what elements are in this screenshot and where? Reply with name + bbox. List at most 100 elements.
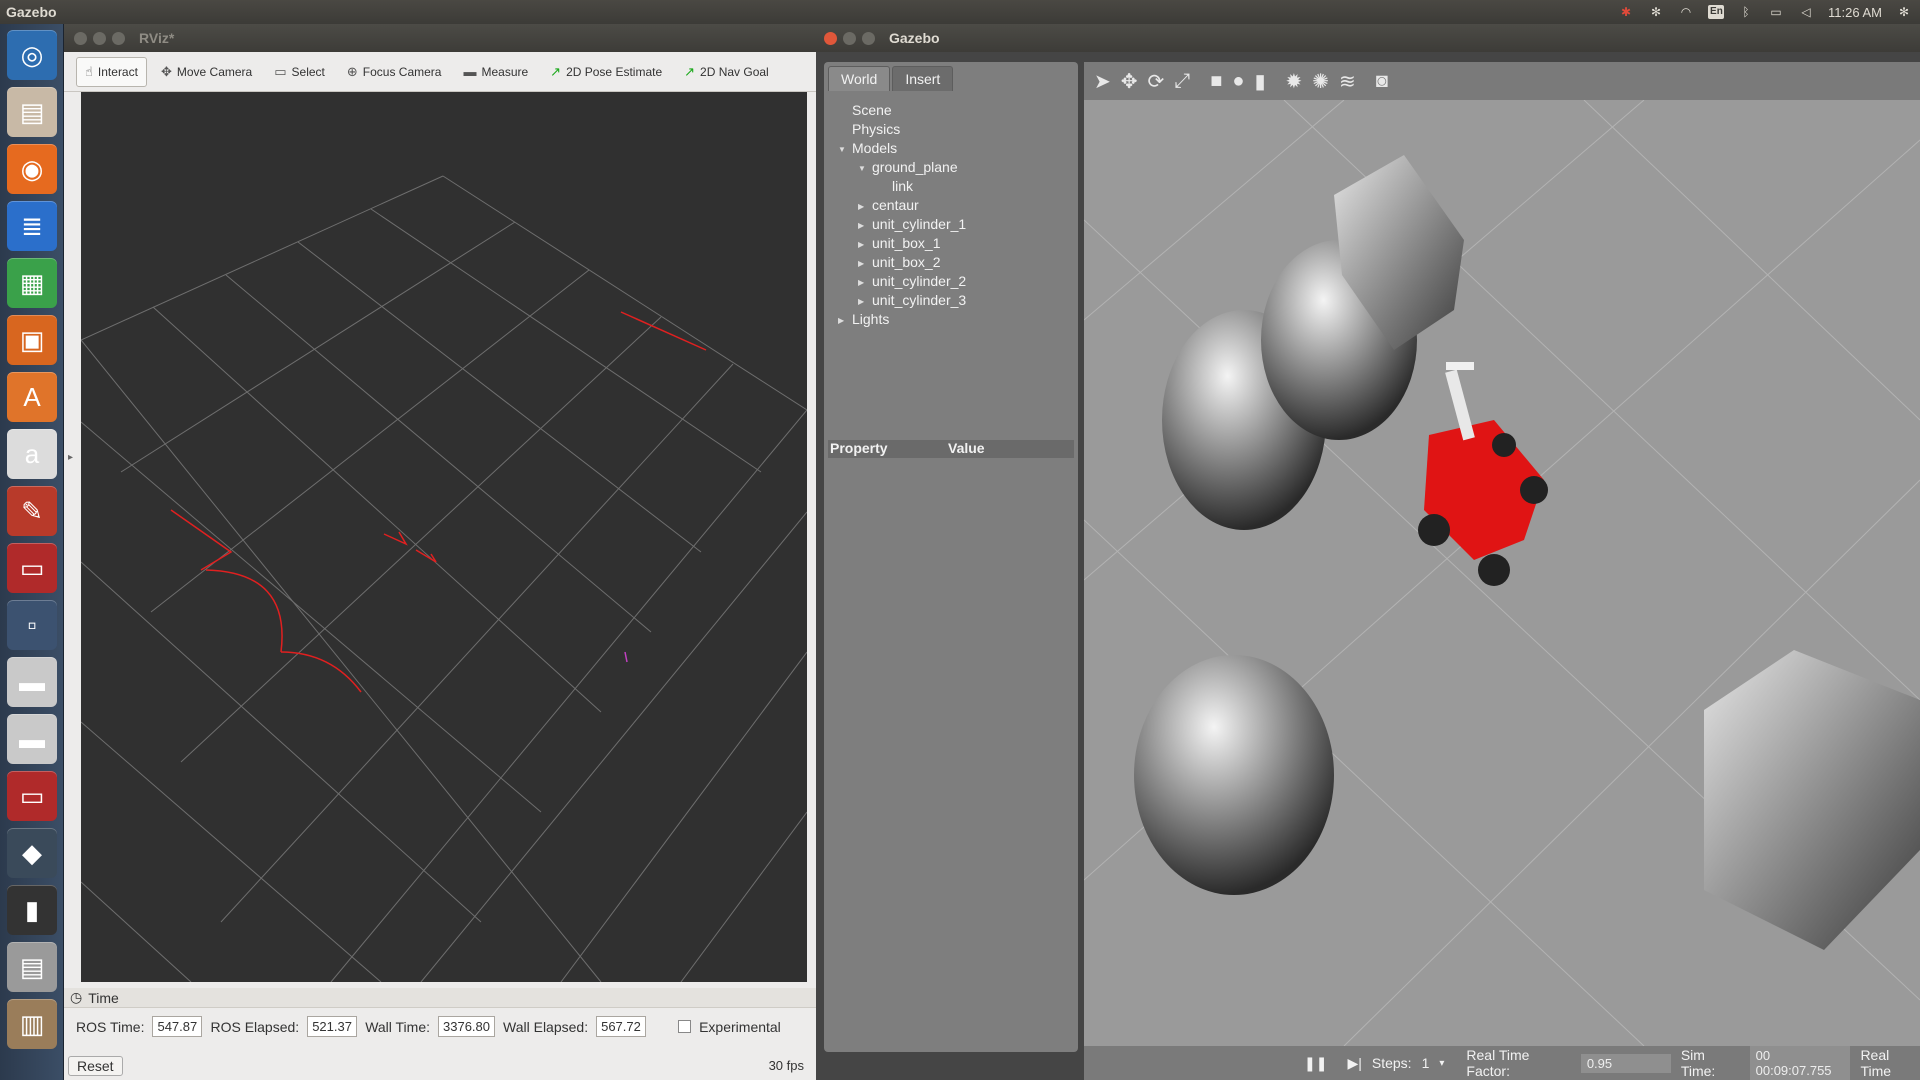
tool-label: Interact <box>97 64 138 79</box>
property-column-header[interactable]: Property <box>828 440 948 458</box>
wifi-icon[interactable]: ◠ <box>1678 5 1694 19</box>
tree-item-physics[interactable]: Physics <box>832 120 1078 139</box>
tool-2d-pose-estimate[interactable]: ↗ 2D Pose Estimate <box>542 58 670 86</box>
tree-item-model[interactable]: ▶ centaur <box>832 196 1078 215</box>
close-icon[interactable] <box>74 31 87 45</box>
tree-item-models[interactable]: ▼ Models <box>832 139 1078 158</box>
wall-elapsed-field[interactable]: 567.72 <box>596 1016 647 1037</box>
gear-icon[interactable]: ✻ <box>1648 5 1664 19</box>
tree-item-model[interactable]: ▶ unit_cylinder_3 <box>832 291 1078 310</box>
tool-focus-camera[interactable]: ⊕ Focus Camera <box>339 58 450 86</box>
tree-item-model[interactable]: ▶ unit_box_1 <box>832 234 1078 253</box>
sim-time-label: Sim Time: <box>1680 1047 1716 1079</box>
tab-insert[interactable]: Insert <box>892 66 954 91</box>
minimize-icon[interactable] <box>843 31 856 45</box>
tree-item-model[interactable]: ▶ unit_cylinder_2 <box>832 272 1078 291</box>
left-panel-collapse-handle[interactable]: ▸ <box>64 92 81 982</box>
ubuntu-dash-icon[interactable]: ◎ <box>7 30 57 80</box>
tool-measure[interactable]: ▬ Measure <box>455 58 536 85</box>
box-shape-icon[interactable]: ■ <box>1210 70 1222 93</box>
scale-mode-icon[interactable]: ⤢ <box>1174 70 1190 93</box>
bluetooth-icon[interactable]: ᛒ <box>1738 5 1754 19</box>
tree-item-lights[interactable]: ▶ Lights <box>832 310 1078 329</box>
volume-icon[interactable]: ◁ <box>1798 5 1814 19</box>
tree-item-scene[interactable]: Scene <box>832 101 1078 120</box>
tree-item-model[interactable]: ▶ unit_cylinder_1 <box>832 215 1078 234</box>
keyboard-layout-indicator[interactable]: En <box>1708 5 1725 19</box>
collapsed-arrow-icon[interactable]: ▶ <box>858 292 864 311</box>
tool-move-camera[interactable]: ✥ Move Camera <box>153 58 260 86</box>
firefox-icon[interactable]: ◉ <box>7 144 57 194</box>
trash-icon[interactable]: ▥ <box>7 999 57 1049</box>
software-center-icon[interactable]: A <box>7 372 57 422</box>
tool-2d-nav-goal[interactable]: ↗ 2D Nav Goal <box>676 58 777 86</box>
steps-spinbox[interactable]: 1 <box>1422 1055 1430 1071</box>
close-icon[interactable] <box>824 31 837 45</box>
gazebo-app-icon[interactable]: ◆ <box>7 828 57 878</box>
sphere-shape-icon[interactable]: ● <box>1232 70 1244 93</box>
pause-icon[interactable]: ❚❚ <box>1304 1055 1327 1072</box>
rviz-titlebar[interactable]: RViz* <box>64 24 816 52</box>
screenshot-camera-icon[interactable]: ◙ <box>1376 70 1388 93</box>
translate-mode-icon[interactable]: ✥ <box>1121 69 1138 94</box>
ros-elapsed-field[interactable]: 521.37 <box>307 1016 358 1037</box>
tool-interact[interactable]: ☝ Interact <box>76 56 147 87</box>
workspace-switcher-icon[interactable]: ▫ <box>7 600 57 650</box>
amazon-icon[interactable]: a <box>7 429 57 479</box>
directional-light-icon[interactable]: ≋ <box>1339 69 1356 94</box>
collapsed-arrow-icon[interactable]: ▶ <box>858 197 864 216</box>
gazebo-titlebar[interactable]: Gazebo <box>816 24 1920 52</box>
gazebo-3d-viewport[interactable] <box>1084 100 1920 1046</box>
value-column-header[interactable]: Value <box>948 440 985 458</box>
cylinder-shape-icon[interactable]: ▮ <box>1254 69 1265 94</box>
reset-button[interactable]: Reset <box>68 1056 123 1076</box>
steps-dropdown-icon[interactable]: ▾ <box>1439 1058 1444 1069</box>
unit-cylinder-model[interactable] <box>1134 655 1334 895</box>
collapsed-arrow-icon[interactable]: ▶ <box>838 311 844 330</box>
battery-icon[interactable]: ▭ <box>1768 5 1784 19</box>
step-icon[interactable]: ▶| <box>1347 1055 1361 1072</box>
tree-item-link[interactable]: link <box>832 177 1078 196</box>
expanded-arrow-icon[interactable]: ▼ <box>858 159 866 178</box>
tree-item-model[interactable]: ▶ unit_box_2 <box>832 253 1078 272</box>
collapsed-arrow-icon[interactable]: ▶ <box>858 216 864 235</box>
centaur-robot-model[interactable] <box>1418 362 1548 586</box>
system-tray: ✱ ✻ ◠ En ᛒ ▭ ◁ 11:26 AM ✻ <box>1618 0 1912 24</box>
rviz-app-2-icon[interactable]: ▭ <box>7 771 57 821</box>
collapsed-arrow-icon[interactable]: ▶ <box>858 254 864 273</box>
impress-icon[interactable]: ▣ <box>7 315 57 365</box>
rotate-mode-icon[interactable]: ⟳ <box>1148 69 1165 94</box>
ros-indicator-icon[interactable]: ✱ <box>1618 5 1634 19</box>
tool-select[interactable]: ▭ Select <box>266 58 333 86</box>
spot-light-icon[interactable]: ✺ <box>1312 69 1329 94</box>
gazebo-toolbar: ➤ ✥ ⟳ ⤢ ■ ● ▮ ✹ ✺ ≋ ◙ <box>1084 62 1920 100</box>
calc-icon[interactable]: ▦ <box>7 258 57 308</box>
collapsed-arrow-icon[interactable]: ▶ <box>858 273 864 292</box>
collapsed-arrow-icon[interactable]: ▶ <box>858 235 864 254</box>
maximize-icon[interactable] <box>862 31 875 45</box>
tree-item-ground-plane[interactable]: ▼ ground_plane <box>832 158 1078 177</box>
unit-box-model[interactable] <box>1704 650 1920 950</box>
disk-icon[interactable]: ▬ <box>7 657 57 707</box>
wall-time-field[interactable]: 3376.80 <box>438 1016 496 1037</box>
tree-item-model-label: unit_cylinder_2 <box>872 273 967 289</box>
rviz-app-icon[interactable]: ▭ <box>7 543 57 593</box>
expanded-arrow-icon[interactable]: ▼ <box>838 140 846 159</box>
power-gear-icon[interactable]: ✻ <box>1896 5 1912 19</box>
maximize-icon[interactable] <box>112 31 125 45</box>
point-light-icon[interactable]: ✹ <box>1286 69 1303 94</box>
clock[interactable]: 11:26 AM <box>1828 5 1882 20</box>
clock-icon: ◷ <box>70 989 83 1005</box>
ros-time-field[interactable]: 547.87 <box>152 1016 203 1037</box>
select-mode-icon[interactable]: ➤ <box>1094 69 1111 94</box>
minimize-icon[interactable] <box>93 31 106 45</box>
files-icon[interactable]: ▤ <box>7 87 57 137</box>
terminal-icon[interactable]: ▮ <box>7 885 57 935</box>
settings-icon[interactable]: ✎ <box>7 486 57 536</box>
rviz-3d-viewport[interactable] <box>80 92 808 983</box>
disk-2-icon[interactable]: ▬ <box>7 714 57 764</box>
scanner-icon[interactable]: ▤ <box>7 942 57 992</box>
tab-world[interactable]: World <box>828 66 891 91</box>
experimental-checkbox[interactable] <box>678 1020 692 1033</box>
writer-icon[interactable]: ≣ <box>7 201 57 251</box>
